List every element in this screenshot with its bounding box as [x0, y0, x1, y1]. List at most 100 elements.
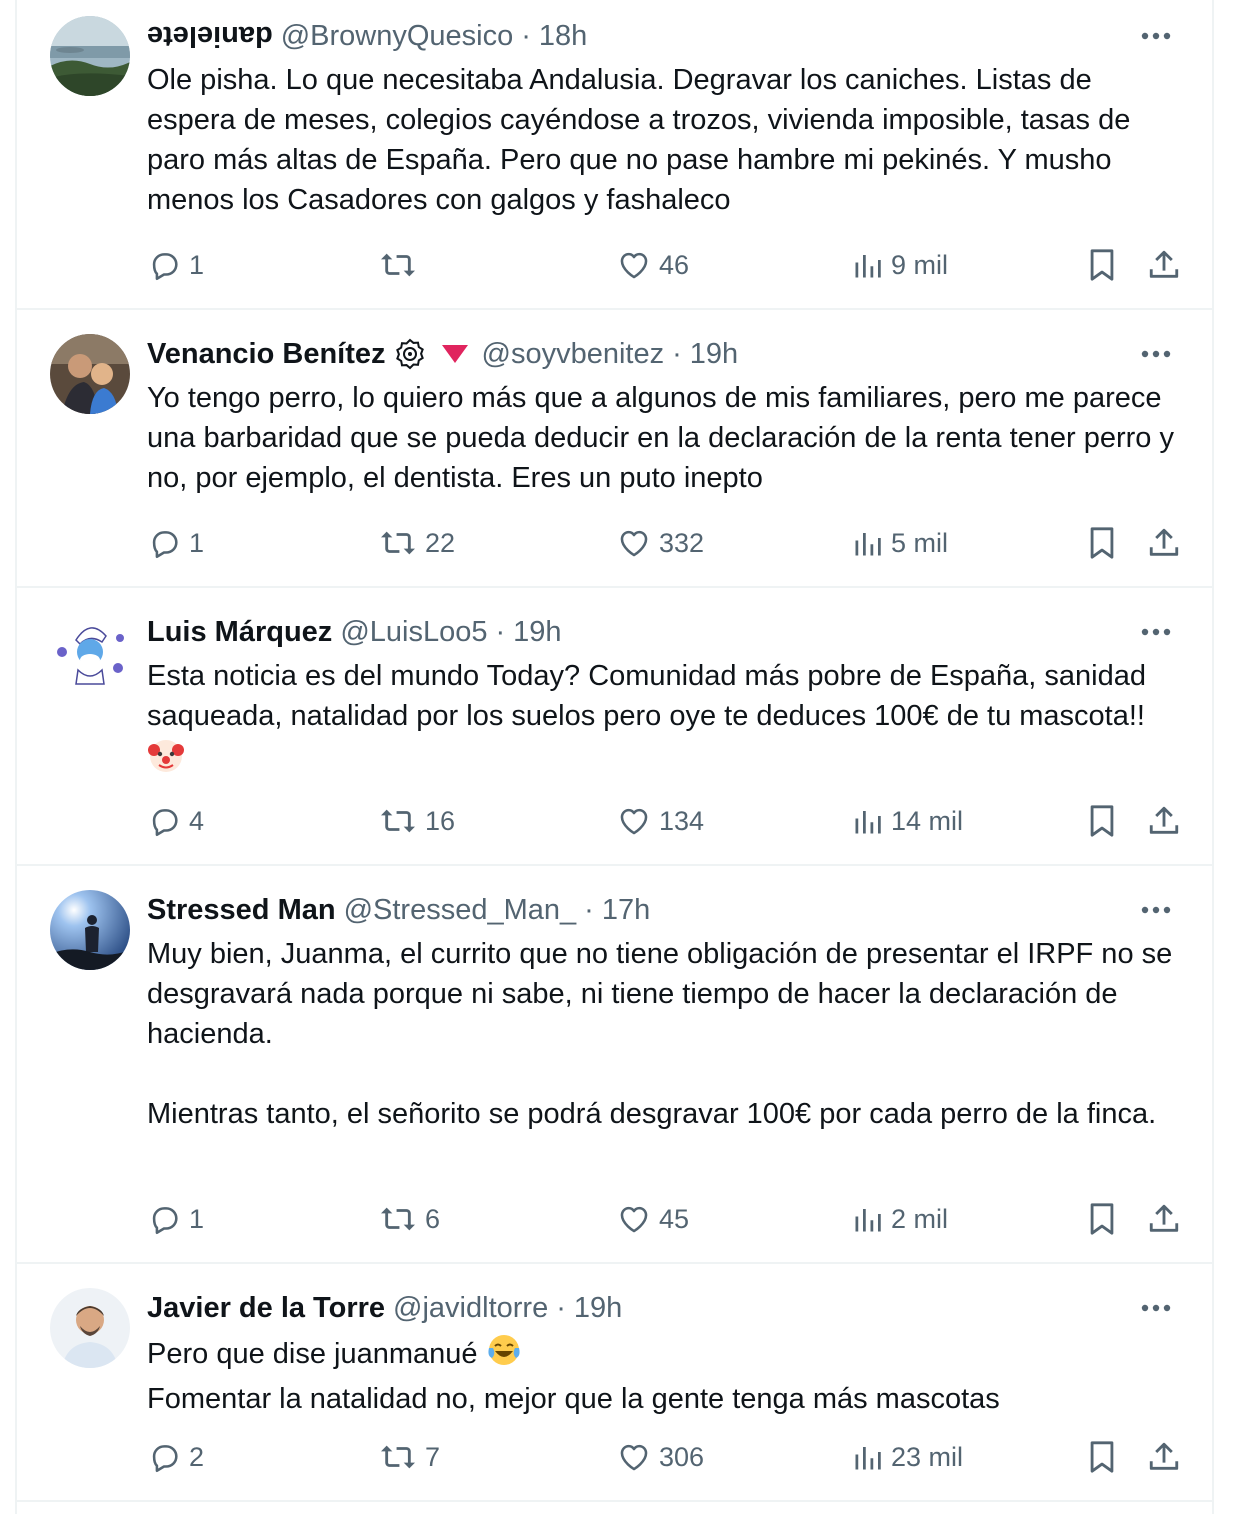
views-button[interactable]: 5 mil: [853, 523, 948, 563]
bookmark-button[interactable]: [1087, 1437, 1117, 1477]
timestamp[interactable]: 19h: [574, 1288, 622, 1328]
author-name[interactable]: Venancio Benítez: [147, 334, 386, 374]
avatar[interactable]: [50, 612, 130, 692]
tweet-text: Ole pisha. Lo que necesitaba Andalusia. …: [147, 60, 1180, 220]
like-button[interactable]: 306: [617, 1437, 704, 1477]
action-bar: 2 7 306 23 mil: [147, 1437, 1180, 1477]
reply-count: 1: [189, 249, 205, 280]
heart-icon: [620, 1206, 648, 1233]
timestamp[interactable]: 19h: [690, 334, 738, 374]
verified-badge-icon: [394, 338, 426, 370]
timestamp[interactable]: 19h: [513, 612, 561, 652]
tweet[interactable]: Javier de la Torre @javidltorre · 19h Pe…: [17, 1264, 1212, 1502]
views-button[interactable]: 9 mil: [853, 245, 948, 285]
more-icon[interactable]: [1136, 1288, 1176, 1328]
views-icon: [855, 1209, 881, 1232]
like-button[interactable]: 46: [617, 245, 689, 285]
views-icon: [855, 811, 881, 834]
reply-count: 2: [189, 1441, 205, 1472]
reply-feed: danielete @BrownyQuesico · 18h Ole pisha…: [15, 0, 1214, 1514]
share-button[interactable]: [1147, 523, 1181, 563]
avatar[interactable]: [50, 334, 130, 414]
retweet-button[interactable]: 22: [379, 523, 455, 563]
author-handle[interactable]: @soyvbenitez: [482, 334, 665, 374]
bookmark-icon: [1090, 1203, 1114, 1235]
reply-button[interactable]: 1: [147, 1199, 204, 1239]
retweet-icon: [381, 253, 415, 277]
tweet-text: Muy bien, Juanma, el currito que no tien…: [147, 934, 1180, 1134]
retweet-button[interactable]: 7: [379, 1437, 440, 1477]
reply-button[interactable]: 1: [147, 523, 204, 563]
timestamp[interactable]: 18h: [539, 16, 587, 56]
reply-icon: [152, 809, 178, 837]
author-handle[interactable]: @BrownyQuesico: [281, 16, 514, 56]
like-button[interactable]: 45: [617, 1199, 689, 1239]
timestamp[interactable]: 17h: [602, 890, 650, 930]
reply-button[interactable]: 1: [147, 245, 204, 285]
tweet-text-line: Pero que dise juanmanué: [147, 1338, 478, 1371]
separator: ·: [521, 20, 531, 52]
avatar[interactable]: [50, 1288, 130, 1368]
retweet-count: 22: [425, 527, 456, 558]
bookmark-button[interactable]: [1087, 1199, 1117, 1239]
bookmark-icon: [1090, 805, 1114, 837]
share-icon: [1149, 1204, 1179, 1232]
views-button[interactable]: 14 mil: [853, 801, 963, 841]
more-icon[interactable]: [1136, 334, 1176, 374]
retweet-button[interactable]: 6: [379, 1199, 440, 1239]
views-button[interactable]: 2 mil: [853, 1199, 948, 1239]
tweet[interactable]: Luis Márquez @LuisLoo5 · 19h Esta notici…: [17, 588, 1212, 866]
author-handle[interactable]: @Stressed_Man_: [344, 890, 577, 930]
tweet-text-line: Yo tengo perro, lo quiero más que a algu…: [147, 382, 1174, 494]
reply-button[interactable]: 4: [147, 801, 204, 841]
like-count: 45: [659, 1203, 690, 1234]
author-name[interactable]: Luis Márquez: [147, 612, 332, 652]
separator: ·: [584, 894, 594, 926]
share-button[interactable]: [1147, 1437, 1181, 1477]
action-bar: 1 6 45 2 mil: [147, 1199, 1180, 1239]
like-button[interactable]: 134: [617, 801, 704, 841]
tweet-text: Pero que dise juanmanué Fomentar la nata…: [147, 1332, 1180, 1419]
retweet-button[interactable]: [379, 245, 425, 285]
more-icon[interactable]: [1136, 890, 1176, 930]
tweet[interactable]: Stressed Man @Stressed_Man_ · 17h Muy bi…: [17, 866, 1212, 1264]
bookmark-icon: [1090, 249, 1114, 281]
separator: ·: [672, 338, 682, 370]
author-handle[interactable]: @LuisLoo5: [340, 612, 487, 652]
share-icon: [1149, 250, 1179, 278]
more-icon[interactable]: [1136, 16, 1176, 56]
more-icon[interactable]: [1136, 612, 1176, 652]
heart-icon: [620, 252, 648, 279]
heart-icon: [620, 808, 648, 835]
bookmark-button[interactable]: [1087, 245, 1117, 285]
share-button[interactable]: [1147, 1199, 1181, 1239]
retweet-button[interactable]: 16: [379, 801, 455, 841]
like-count: 134: [659, 805, 705, 836]
reply-icon: [152, 1207, 178, 1235]
share-button[interactable]: [1147, 245, 1181, 285]
retweet-count: 16: [425, 805, 456, 836]
bookmark-button[interactable]: [1087, 523, 1117, 563]
retweet-icon: [381, 1445, 415, 1469]
retweet-icon: [381, 809, 415, 833]
avatar[interactable]: [50, 16, 130, 96]
like-count: 332: [659, 527, 705, 558]
author-name[interactable]: Javier de la Torre: [147, 1288, 385, 1328]
bookmark-button[interactable]: [1087, 801, 1117, 841]
share-icon: [1149, 528, 1179, 556]
like-button[interactable]: 332: [617, 523, 704, 563]
author-name[interactable]: Stressed Man: [147, 890, 336, 930]
action-bar: 1 46 9 mil: [147, 245, 1180, 285]
tweet[interactable]: danielete @BrownyQuesico · 18h Ole pisha…: [17, 0, 1212, 310]
author-handle[interactable]: @javidltorre: [393, 1288, 548, 1328]
share-button[interactable]: [1147, 801, 1181, 841]
tweet[interactable]: Venancio Benítez @soyvbenitez · 19h Yo t…: [17, 310, 1212, 588]
avatar[interactable]: [50, 890, 130, 970]
clown-face-emoji: [147, 736, 185, 785]
like-count: 46: [659, 249, 690, 280]
reply-button[interactable]: 2: [147, 1437, 204, 1477]
retweet-count: 6: [425, 1203, 441, 1234]
share-icon: [1149, 1442, 1179, 1470]
views-button[interactable]: 23 mil: [853, 1437, 963, 1477]
author-name[interactable]: danielete: [147, 16, 273, 56]
